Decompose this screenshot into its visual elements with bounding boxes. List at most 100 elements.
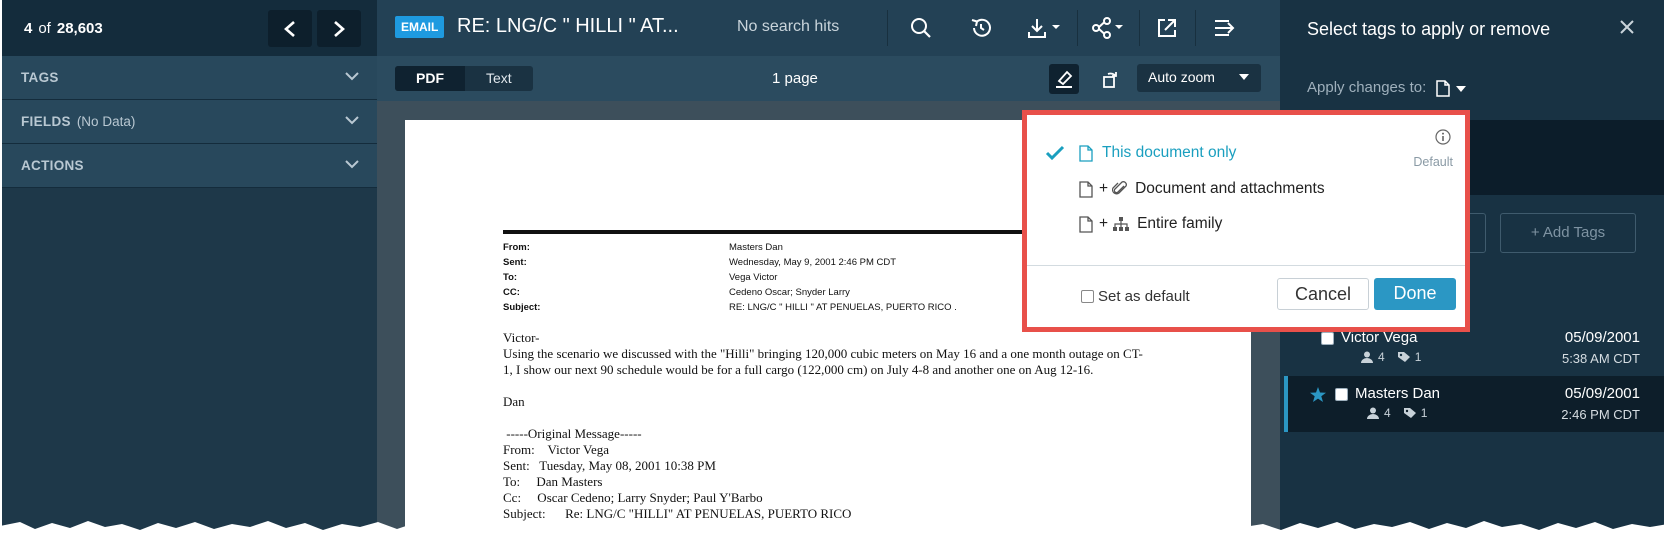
chevron-down-icon (345, 72, 359, 81)
actions-section[interactable]: ACTIONS (2, 144, 377, 188)
document-of-label: of (38, 19, 51, 37)
torn-edge (0, 521, 1674, 552)
history-button[interactable] (967, 14, 995, 42)
default-label: Default (1413, 155, 1453, 169)
option-this-document-only[interactable]: This document only (1045, 144, 1236, 162)
view-mode-toggle: PDF Text (395, 66, 533, 91)
done-button[interactable]: Done (1374, 278, 1456, 310)
annotate-button[interactable] (1049, 64, 1079, 94)
thread-item-selected[interactable]: Masters Dan 05/09/2001 2:46 PM CDT 4 1 (1284, 376, 1664, 432)
rotate-button[interactable] (1095, 64, 1125, 94)
thread-item-name: Masters Dan (1355, 385, 1441, 402)
tab-pdf[interactable]: PDF (395, 66, 465, 91)
caret-down-icon (1456, 85, 1466, 92)
fields-section-label: FIELDS (21, 114, 71, 129)
fields-section[interactable]: FIELDS (No Data) (2, 100, 377, 144)
people-icon (1367, 407, 1379, 419)
plus-icon: + (1099, 180, 1109, 197)
download-icon (1028, 19, 1060, 38)
close-tag-panel-button[interactable] (1620, 20, 1634, 34)
document-type-badge: EMAIL (395, 16, 445, 38)
original-line: Sent: Tuesday, May 08, 2001 10:38 PM (503, 458, 716, 473)
original-line: From: Victor Vega (503, 442, 609, 457)
chevron-down-icon (345, 116, 359, 125)
option-label: This document only (1102, 144, 1237, 161)
download-button[interactable] (1025, 14, 1065, 42)
thread-item-checkbox[interactable] (1335, 388, 1348, 401)
toolbar-divider (1077, 10, 1078, 46)
header-label-to: To: (503, 272, 518, 283)
history-icon (971, 18, 991, 37)
left-panel: 4 of 28,603 TAGS FIELDS (No Data) ACTION… (2, 0, 377, 540)
tag-count: 1 (1414, 350, 1422, 364)
original-line: Cc: Oscar Cedeno; Larry Snyder; Paul Y'B… (503, 490, 763, 505)
thread-item-checkbox[interactable] (1321, 332, 1334, 345)
document-navigator: 4 of 28,603 (2, 0, 377, 56)
search-button[interactable] (907, 14, 935, 42)
cancel-button[interactable]: Cancel (1277, 278, 1369, 310)
star-icon[interactable] (1310, 387, 1326, 402)
header-value-to: Vega Victor (729, 272, 778, 283)
original-message-header: -----Original Message----- (503, 426, 642, 441)
actions-section-label: ACTIONS (21, 158, 84, 173)
info-button[interactable] (1435, 129, 1451, 145)
share-icon (1092, 17, 1123, 39)
thread-item-time: 5:38 AM CDT (1561, 351, 1640, 366)
zoom-value: Auto zoom (1148, 69, 1215, 85)
viewer-secondary-toolbar: PDF Text 1 page Auto zoom (377, 56, 1280, 101)
option-entire-family[interactable]: + Entire family (1079, 215, 1222, 233)
set-as-default-label: Set as default (1098, 288, 1190, 305)
page-count: 1 page (772, 70, 818, 87)
family-tree-icon (1113, 217, 1130, 231)
collapse-right-icon (1215, 20, 1235, 36)
people-count: 4 (1378, 350, 1385, 364)
add-tags-button[interactable]: + Add Tags (1500, 213, 1636, 253)
header-value-cc: Cedeno Oscar; Snyder Larry (729, 287, 850, 298)
original-line: To: Dan Masters (503, 474, 603, 489)
document-total: 28,603 (56, 19, 103, 37)
tag-icon (1397, 352, 1410, 362)
tags-section-label: TAGS (21, 70, 59, 85)
tag-count: 1 (1420, 406, 1428, 420)
thread-item-time: 2:46 PM CDT (1561, 407, 1640, 422)
tag-icon (1403, 408, 1416, 418)
open-external-button[interactable] (1153, 14, 1181, 42)
header-label-sent: Sent: (503, 257, 527, 268)
apply-scope-popup: This document only Default + Document an… (1022, 110, 1470, 332)
viewer-toolbar: EMAIL RE: LNG/C " HILLI " AT... No searc… (377, 0, 1280, 56)
popup-footer: Set as default Cancel Done (1027, 265, 1465, 327)
chevron-left-icon (284, 20, 295, 37)
email-signoff: Dan (503, 394, 525, 409)
rotate-icon (1103, 72, 1117, 88)
zoom-select[interactable]: Auto zoom (1137, 64, 1261, 92)
apply-scope-dropdown[interactable] (1436, 80, 1466, 97)
tags-section[interactable]: TAGS (2, 56, 377, 100)
option-document-and-attachments[interactable]: + Document and attachments (1079, 180, 1325, 198)
previous-document-button[interactable] (268, 10, 312, 47)
app-window: 4 of 28,603 TAGS FIELDS (No Data) ACTION… (2, 0, 1664, 540)
header-label-cc: CC: (503, 287, 520, 298)
thread-item-meta: 4 1 (1366, 406, 1427, 420)
checkmark-icon (1045, 145, 1065, 161)
plus-icon: + (1099, 215, 1109, 232)
next-document-button[interactable] (317, 10, 361, 47)
search-hits-status: No search hits (737, 18, 840, 35)
share-button[interactable] (1089, 14, 1129, 42)
document-icon (1079, 215, 1093, 233)
chevron-down-icon (345, 160, 359, 169)
email-body-text: Using the scenario we discussed with the… (503, 346, 1143, 377)
checkbox-box[interactable] (1081, 290, 1094, 303)
header-value-sent: Wednesday, May 9, 2001 2:46 PM CDT (729, 257, 897, 268)
tab-text[interactable]: Text (465, 66, 533, 91)
email-greeting: Victor- (503, 330, 540, 345)
people-count: 4 (1384, 406, 1391, 420)
thread-item-date: 05/09/2001 (1564, 385, 1640, 402)
toolbar-divider (1195, 10, 1196, 46)
set-as-default-checkbox[interactable]: Set as default (1081, 288, 1190, 305)
close-icon (1620, 20, 1634, 34)
collapse-panel-button[interactable] (1211, 14, 1239, 42)
document-icon (1436, 80, 1450, 97)
chevron-right-icon (334, 20, 345, 37)
thread-item-date: 05/09/2001 (1564, 329, 1640, 346)
paperclip-icon (1112, 181, 1127, 195)
